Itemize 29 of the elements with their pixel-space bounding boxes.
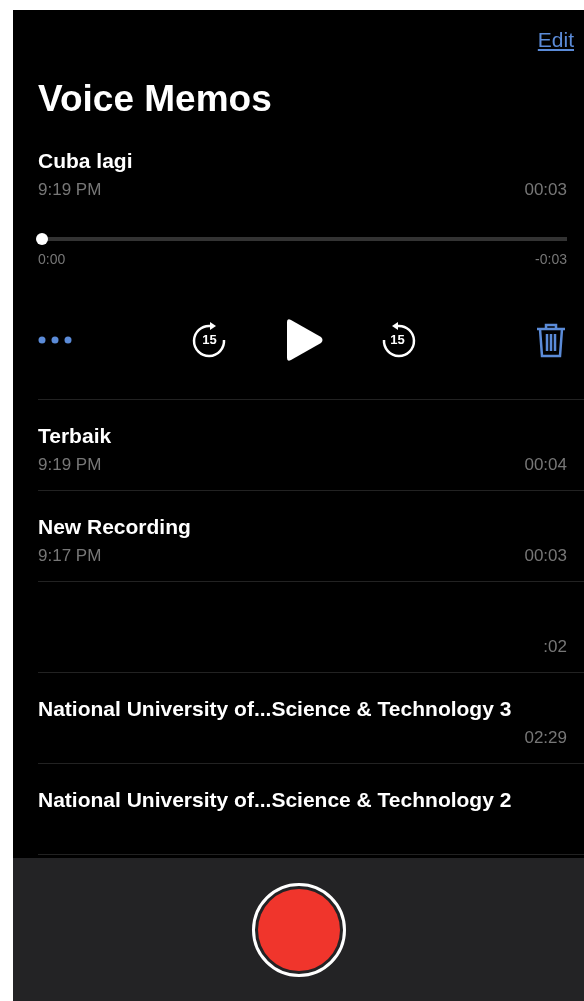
playback-thumb[interactable]	[36, 232, 48, 245]
recording-name: Cuba lagi	[38, 148, 133, 172]
trash-icon[interactable]	[535, 321, 567, 358]
recording-name: National University of...Science & Technology 2	[38, 787, 512, 811]
recording-row[interactable]: :02	[38, 581, 584, 673]
more-icon[interactable]	[38, 335, 72, 344]
skip-forward-button[interactable]: 15	[378, 320, 417, 359]
recording-row[interactable]: Terbaik 9:19 PM 00:04	[38, 399, 584, 491]
recording-row[interactable]: National University of...Science & Technology 2	[38, 763, 584, 855]
recording-name: Terbaik	[38, 423, 112, 447]
edit-link[interactable]: Edit	[537, 24, 574, 56]
remaining-time: -0:03	[535, 249, 567, 269]
recording-row[interactable]: Cuba lagi 9:19 PM 00:03 0:00 -0:03 15 15	[38, 134, 584, 400]
recording-row[interactable]: New Recording 9:17 PM 00:03	[38, 490, 584, 582]
recording-duration: 00:03	[524, 178, 567, 201]
page-title: Voice Memos	[37, 79, 273, 117]
recording-duration: 02:29	[524, 726, 567, 749]
recording-date: 9:17 PM	[38, 545, 102, 565]
recording-date: 9:19 PM	[38, 179, 102, 199]
recording-row[interactable]: National University of...Science & Technology 3 02:29	[38, 672, 584, 764]
skip-back-button[interactable]: 15	[190, 320, 229, 359]
recording-date: 9:19 PM	[38, 454, 102, 474]
recording-duration: :02	[543, 635, 567, 658]
recording-duration: 00:04	[524, 453, 567, 476]
elapsed-time: 0:00	[38, 249, 66, 269]
recording-name: National University of...Science & Technology 3	[38, 696, 512, 720]
recording-duration: 00:03	[524, 544, 567, 567]
recording-name: New Recording	[38, 514, 191, 538]
play-icon[interactable]	[284, 317, 323, 362]
